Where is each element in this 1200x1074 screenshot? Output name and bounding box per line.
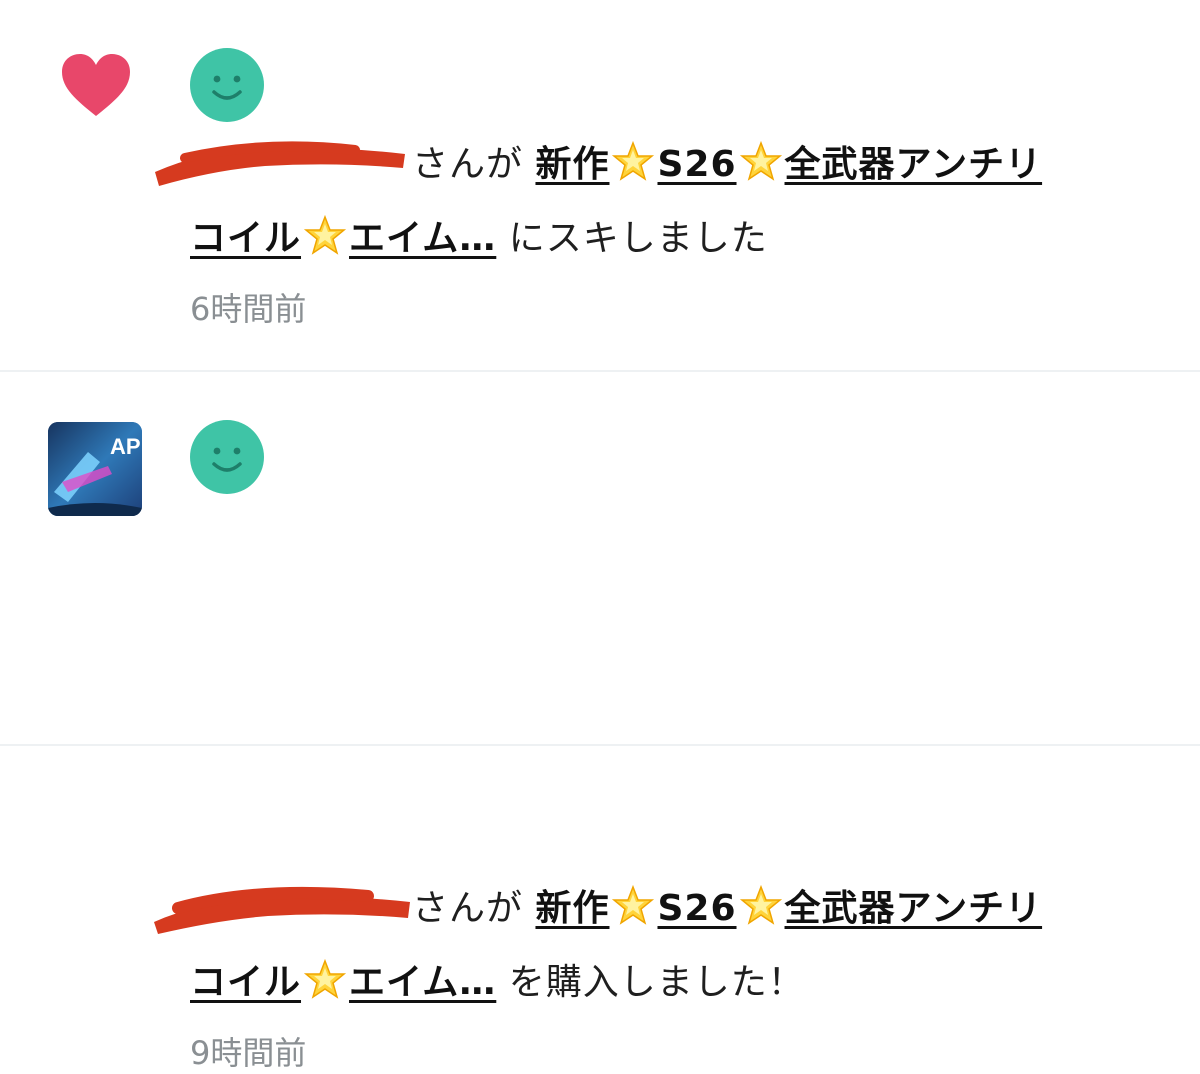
user-avatar-icon[interactable]	[190, 420, 264, 494]
action-text: にスキしました	[508, 218, 768, 259]
timestamp: 9時間前	[190, 1034, 307, 1072]
suffix-text: さんが	[412, 888, 524, 929]
user-avatar-icon[interactable]	[190, 48, 264, 122]
action-text: を購入しました！	[508, 962, 805, 1003]
thumbnail-text: AP	[110, 434, 141, 459]
timestamp: 6時間前	[190, 290, 307, 328]
heart-icon	[62, 54, 130, 116]
notification-like[interactable]: さんが 新作 S26 全武器アンチリ コイル エイム… にスキしました 6時間前	[0, 0, 1200, 370]
redacted-username[interactable]	[154, 886, 412, 934]
suffix-text: さんが	[412, 144, 524, 185]
notification-message: さんが 新作 S26 全武器アンチリ コイル エイム… を購入しました！	[154, 872, 1150, 1020]
redacted-username[interactable]	[155, 141, 412, 186]
notification-message: さんが 新作 S26 全武器アンチリ コイル エイム… にスキしました	[155, 128, 1150, 276]
star-emoji-icon	[303, 958, 347, 999]
notification-purchase[interactable]: AP さんが 新作 S26 全武器アンチリ コイル エイム… を購入しました！ 9時間前	[0, 372, 1200, 1072]
divider	[0, 744, 1200, 746]
article-thumbnail[interactable]: AP	[48, 422, 142, 516]
star-emoji-icon	[612, 884, 655, 925]
star-emoji-icon	[612, 140, 655, 181]
star-emoji-icon	[739, 884, 782, 925]
star-emoji-icon	[739, 140, 782, 181]
star-emoji-icon	[303, 214, 347, 255]
